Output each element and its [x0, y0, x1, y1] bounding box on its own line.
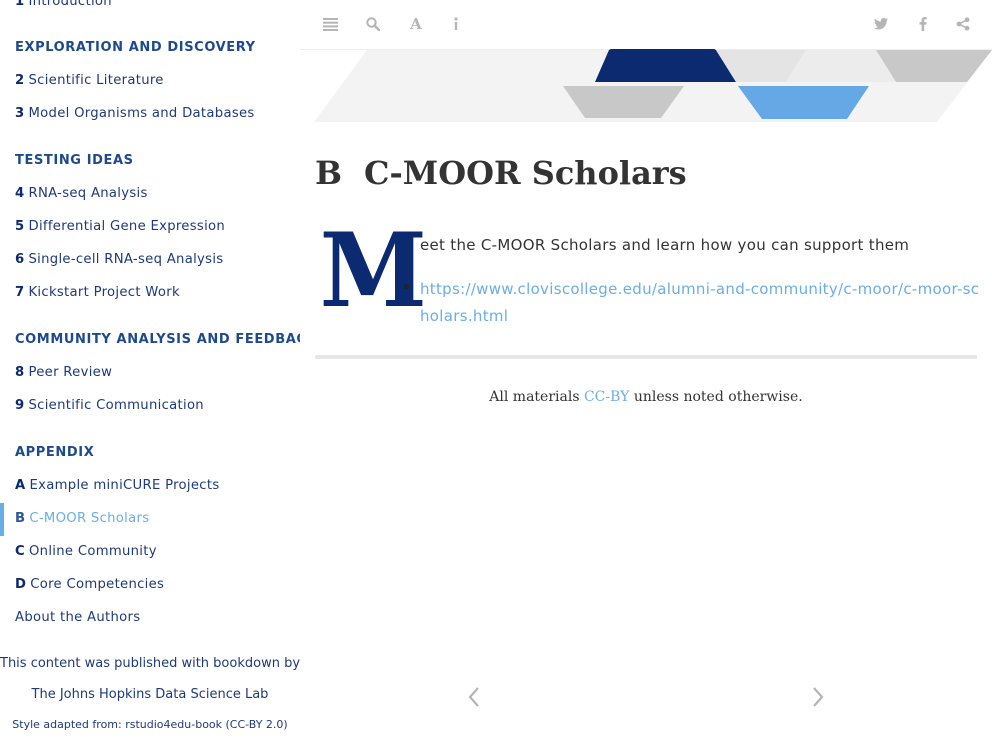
- toc-item-number: 4: [15, 186, 25, 201]
- toc-item-label: Scientific Communication: [28, 398, 204, 413]
- toc-item-single-cell[interactable]: 6 Single-cell RNA-seq Analysis: [15, 252, 223, 267]
- toc-item-example-minicure[interactable]: A Example miniCURE Projects: [15, 478, 220, 493]
- lab-link[interactable]: The Johns Hopkins Data Science Lab: [0, 687, 300, 702]
- toc-item-number: 5: [15, 219, 25, 234]
- info-icon[interactable]: [446, 14, 466, 34]
- search-icon[interactable]: [363, 14, 383, 34]
- toc-item-model-organisms[interactable]: 3 Model Organisms and Databases: [15, 106, 255, 121]
- book-toolbar: A: [300, 0, 992, 50]
- facebook-icon[interactable]: [913, 14, 933, 34]
- font-icon[interactable]: A: [406, 14, 426, 34]
- toc-item-number: 8: [15, 365, 25, 380]
- toc-item-number: 2: [15, 73, 25, 88]
- toc-item-number: D: [15, 577, 27, 592]
- toc-item-scientific-communication[interactable]: 9 Scientific Communication: [15, 398, 204, 413]
- license-footer: All materials CC-BY unless noted otherwi…: [315, 389, 977, 405]
- toc-item-number: 9: [15, 398, 25, 413]
- twitter-icon[interactable]: [871, 14, 891, 34]
- footer-prefix: All materials: [489, 389, 580, 405]
- toc-item-number: B: [15, 511, 26, 526]
- cmoor-scholars-link[interactable]: https://www.cloviscollege.edu/alumni-and…: [420, 280, 979, 325]
- toc-section-exploration: EXPLORATION AND DISCOVERY: [15, 40, 256, 55]
- toc-item-number: A: [15, 478, 26, 493]
- toc-section-appendix: APPENDIX: [15, 445, 95, 460]
- toc-item-introduction[interactable]: 1 Introduction: [15, 0, 112, 9]
- toc-item-cmoor-scholars[interactable]: B C-MOOR Scholars: [15, 511, 149, 526]
- toc-item-number: 6: [15, 252, 25, 267]
- toc-item-label: Single-cell RNA-seq Analysis: [28, 252, 224, 267]
- cc-by-link[interactable]: CC-BY: [584, 389, 629, 405]
- page-title: B C-MOOR Scholars: [315, 154, 687, 192]
- toc-item-about-authors[interactable]: About the Authors: [15, 610, 140, 625]
- published-by-text: This content was published with bookdown…: [0, 656, 300, 671]
- sidebar: 1 Introduction EXPLORATION AND DISCOVERY …: [0, 0, 300, 744]
- bullet-icon: [404, 284, 409, 289]
- toc-item-label: C-MOOR Scholars: [29, 511, 150, 526]
- chapter-number: B: [315, 154, 343, 192]
- toc-item-label: Kickstart Project Work: [28, 285, 180, 300]
- list-item: https://www.cloviscollege.edu/alumni-and…: [404, 276, 980, 330]
- toc-item-label: Example miniCURE Projects: [29, 478, 220, 493]
- toc-item-number: 3: [15, 106, 25, 121]
- lead-paragraph: eet the C-MOOR Scholars and learn how yo…: [420, 236, 910, 254]
- toc-item-kickstart[interactable]: 7 Kickstart Project Work: [15, 285, 180, 300]
- toc-section-community: COMMUNITY ANALYSIS AND FEEDBACK: [15, 332, 300, 347]
- next-page-icon[interactable]: [808, 680, 828, 714]
- toc-item-label: RNA-seq Analysis: [28, 186, 148, 201]
- toc-item-differential-expression[interactable]: 5 Differential Gene Expression: [15, 219, 225, 234]
- link-list: https://www.cloviscollege.edu/alumni-and…: [404, 276, 980, 330]
- toc-item-label: Introduction: [28, 0, 112, 9]
- toc-item-online-community[interactable]: C Online Community: [15, 544, 157, 559]
- previous-page-icon[interactable]: [464, 680, 484, 714]
- toc-item-label: Core Competencies: [30, 577, 165, 592]
- toc-section-testing-ideas: TESTING IDEAS: [15, 153, 134, 168]
- toc-item-rna-seq[interactable]: 4 RNA-seq Analysis: [15, 186, 148, 201]
- toc-item-label: Peer Review: [28, 365, 113, 380]
- chapter-title: C-MOOR Scholars: [364, 154, 687, 192]
- footer-suffix: unless noted otherwise.: [633, 389, 803, 405]
- toc-item-peer-review[interactable]: 8 Peer Review: [15, 365, 112, 380]
- drop-cap: M: [319, 211, 427, 331]
- menu-icon[interactable]: [320, 14, 340, 34]
- divider: [315, 355, 977, 359]
- toc-item-label: Online Community: [28, 544, 157, 559]
- active-indicator: [0, 503, 4, 536]
- toc-item-scientific-literature[interactable]: 2 Scientific Literature: [15, 73, 164, 88]
- toc-item-number: 7: [15, 285, 25, 300]
- toc-item-number: C: [15, 544, 25, 559]
- toc-item-number: 1: [15, 0, 25, 9]
- style-credit: Style adapted from: rstudio4edu-book (CC…: [12, 718, 288, 731]
- share-icon[interactable]: [953, 14, 973, 34]
- toc-item-label: Model Organisms and Databases: [28, 106, 255, 121]
- toc-item-label: Differential Gene Expression: [28, 219, 226, 234]
- toc-item-label: Scientific Literature: [28, 73, 164, 88]
- toc-item-core-competencies[interactable]: D Core Competencies: [15, 577, 164, 592]
- header-banner: [300, 49, 992, 125]
